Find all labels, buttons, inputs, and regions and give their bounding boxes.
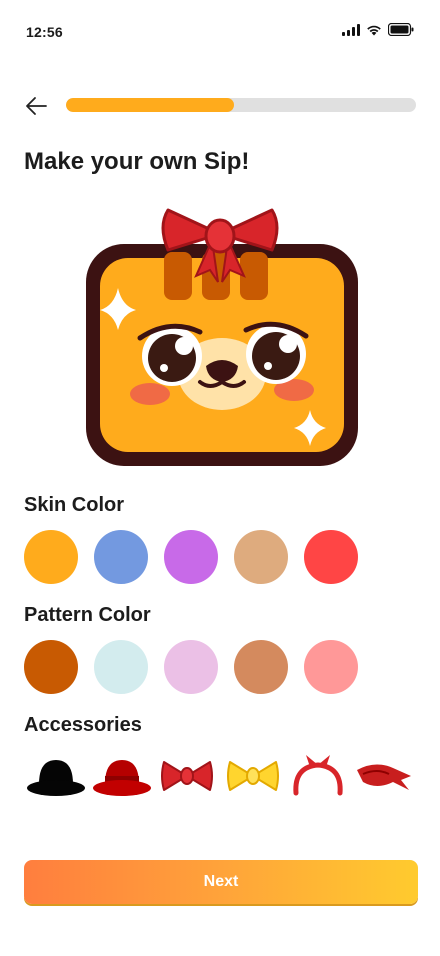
skin-swatch[interactable]	[234, 530, 288, 584]
yellow-bow-icon	[226, 761, 279, 791]
back-button[interactable]	[22, 92, 50, 120]
status-icons	[342, 22, 414, 41]
pattern-swatch[interactable]	[304, 640, 358, 694]
red-bowler-hat-icon	[92, 760, 151, 796]
pattern-swatch[interactable]	[94, 640, 148, 694]
pattern-color-swatches	[24, 640, 358, 694]
status-time: 12:56	[26, 24, 63, 40]
arrow-left-icon	[26, 97, 47, 115]
accessories-row	[24, 748, 416, 804]
red-headband-icon	[293, 755, 343, 796]
progress-fill	[66, 98, 234, 112]
battery-icon	[387, 22, 414, 41]
next-button[interactable]: Next	[24, 860, 418, 904]
wifi-icon	[366, 23, 382, 41]
skin-swatch[interactable]	[304, 530, 358, 584]
pattern-swatch[interactable]	[24, 640, 78, 694]
progress-bar	[66, 98, 416, 112]
status-bar: 12:56	[0, 0, 440, 60]
pattern-color-label: Pattern Color	[24, 604, 151, 626]
accessory-yellow-bow[interactable]	[221, 748, 285, 804]
skin-swatch[interactable]	[164, 530, 218, 584]
accessories-label: Accessories	[24, 714, 142, 736]
pattern-swatch[interactable]	[164, 640, 218, 694]
skin-color-label: Skin Color	[24, 494, 125, 516]
sip-avatar	[70, 190, 370, 480]
skin-swatch[interactable]	[24, 530, 78, 584]
red-bandana-icon	[356, 764, 411, 790]
pattern-swatch[interactable]	[234, 640, 288, 694]
page-title: Make your own Sip!	[24, 148, 250, 175]
red-bow-icon	[161, 761, 214, 791]
skin-swatch[interactable]	[94, 530, 148, 584]
accessory-black-bowler-hat[interactable]	[24, 748, 88, 804]
accessory-red-bow[interactable]	[155, 748, 219, 804]
accessory-red-headband[interactable]	[286, 748, 350, 804]
accessory-red-bowler-hat[interactable]	[90, 748, 154, 804]
signal-icon	[342, 23, 360, 41]
skin-color-swatches	[24, 530, 358, 584]
black-bowler-hat-icon	[27, 760, 85, 796]
accessory-red-bandana[interactable]	[352, 748, 416, 804]
